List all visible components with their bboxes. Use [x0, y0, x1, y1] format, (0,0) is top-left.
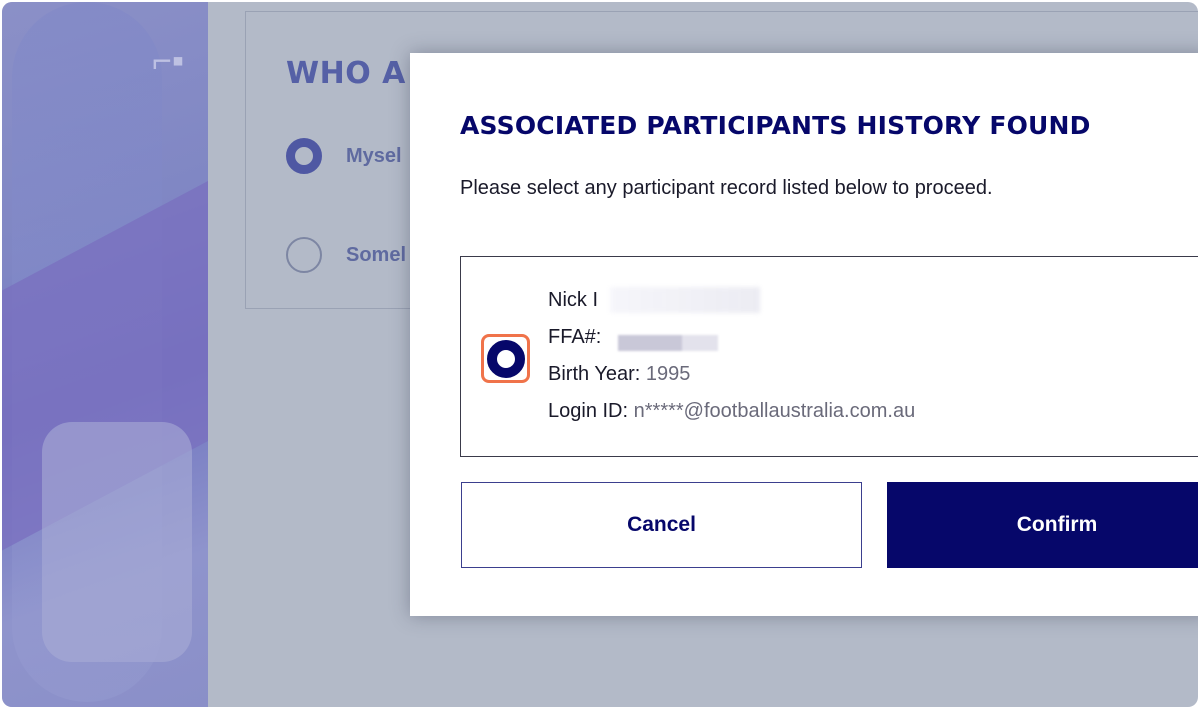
hero-logo-mark: ⌐▪: [152, 42, 184, 80]
participant-name-line: Nick I: [548, 287, 915, 324]
app-frame: ⌐▪ WHO A Mysel Somel ASSOCIATED PARTICIP…: [2, 2, 1198, 707]
birth-year-label: Birth Year:: [548, 363, 641, 385]
modal-title: ASSOCIATED PARTICIPANTS HISTORY FOUND: [460, 111, 1091, 140]
participant-name: Nick I: [548, 289, 598, 311]
ffa-number-line: FFA#:: [548, 324, 915, 361]
who-are-you-title: WHO A: [286, 56, 406, 91]
login-id-line: Login ID: n*****@footballaustralia.com.a…: [548, 398, 915, 435]
cancel-button[interactable]: Cancel: [461, 482, 862, 568]
redacted-surname: [610, 287, 760, 313]
option-someone[interactable]: Somel: [286, 237, 406, 273]
hero-shorts-shape: [42, 422, 192, 662]
radio-someone[interactable]: [286, 237, 322, 273]
radio-myself[interactable]: [286, 138, 322, 174]
radio-selected-indicator: [486, 339, 525, 378]
option-myself-label: Mysel: [346, 144, 402, 167]
redacted-ffa-number: [618, 335, 718, 351]
modal-subtitle: Please select any participant record lis…: [460, 177, 993, 199]
option-myself[interactable]: Mysel: [286, 138, 402, 174]
participants-history-modal: ASSOCIATED PARTICIPANTS HISTORY FOUND Pl…: [410, 53, 1198, 616]
birth-year-value: 1995: [645, 363, 691, 385]
option-someone-label: Somel: [346, 243, 407, 266]
participant-record-radio[interactable]: [481, 334, 530, 383]
hero-image: ⌐▪: [2, 2, 208, 707]
login-id-value: n*****@footballaustralia.com.au: [633, 400, 916, 422]
birth-year-line: Birth Year: 1995: [548, 361, 915, 398]
participant-record-details: Nick I FFA#: Birth Year: 1995 Login ID: …: [548, 287, 915, 435]
participant-record[interactable]: Nick I FFA#: Birth Year: 1995 Login ID: …: [460, 256, 1198, 457]
ffa-label: FFA#:: [548, 326, 602, 348]
login-id-label: Login ID:: [548, 400, 629, 422]
confirm-button[interactable]: Confirm: [887, 482, 1198, 568]
